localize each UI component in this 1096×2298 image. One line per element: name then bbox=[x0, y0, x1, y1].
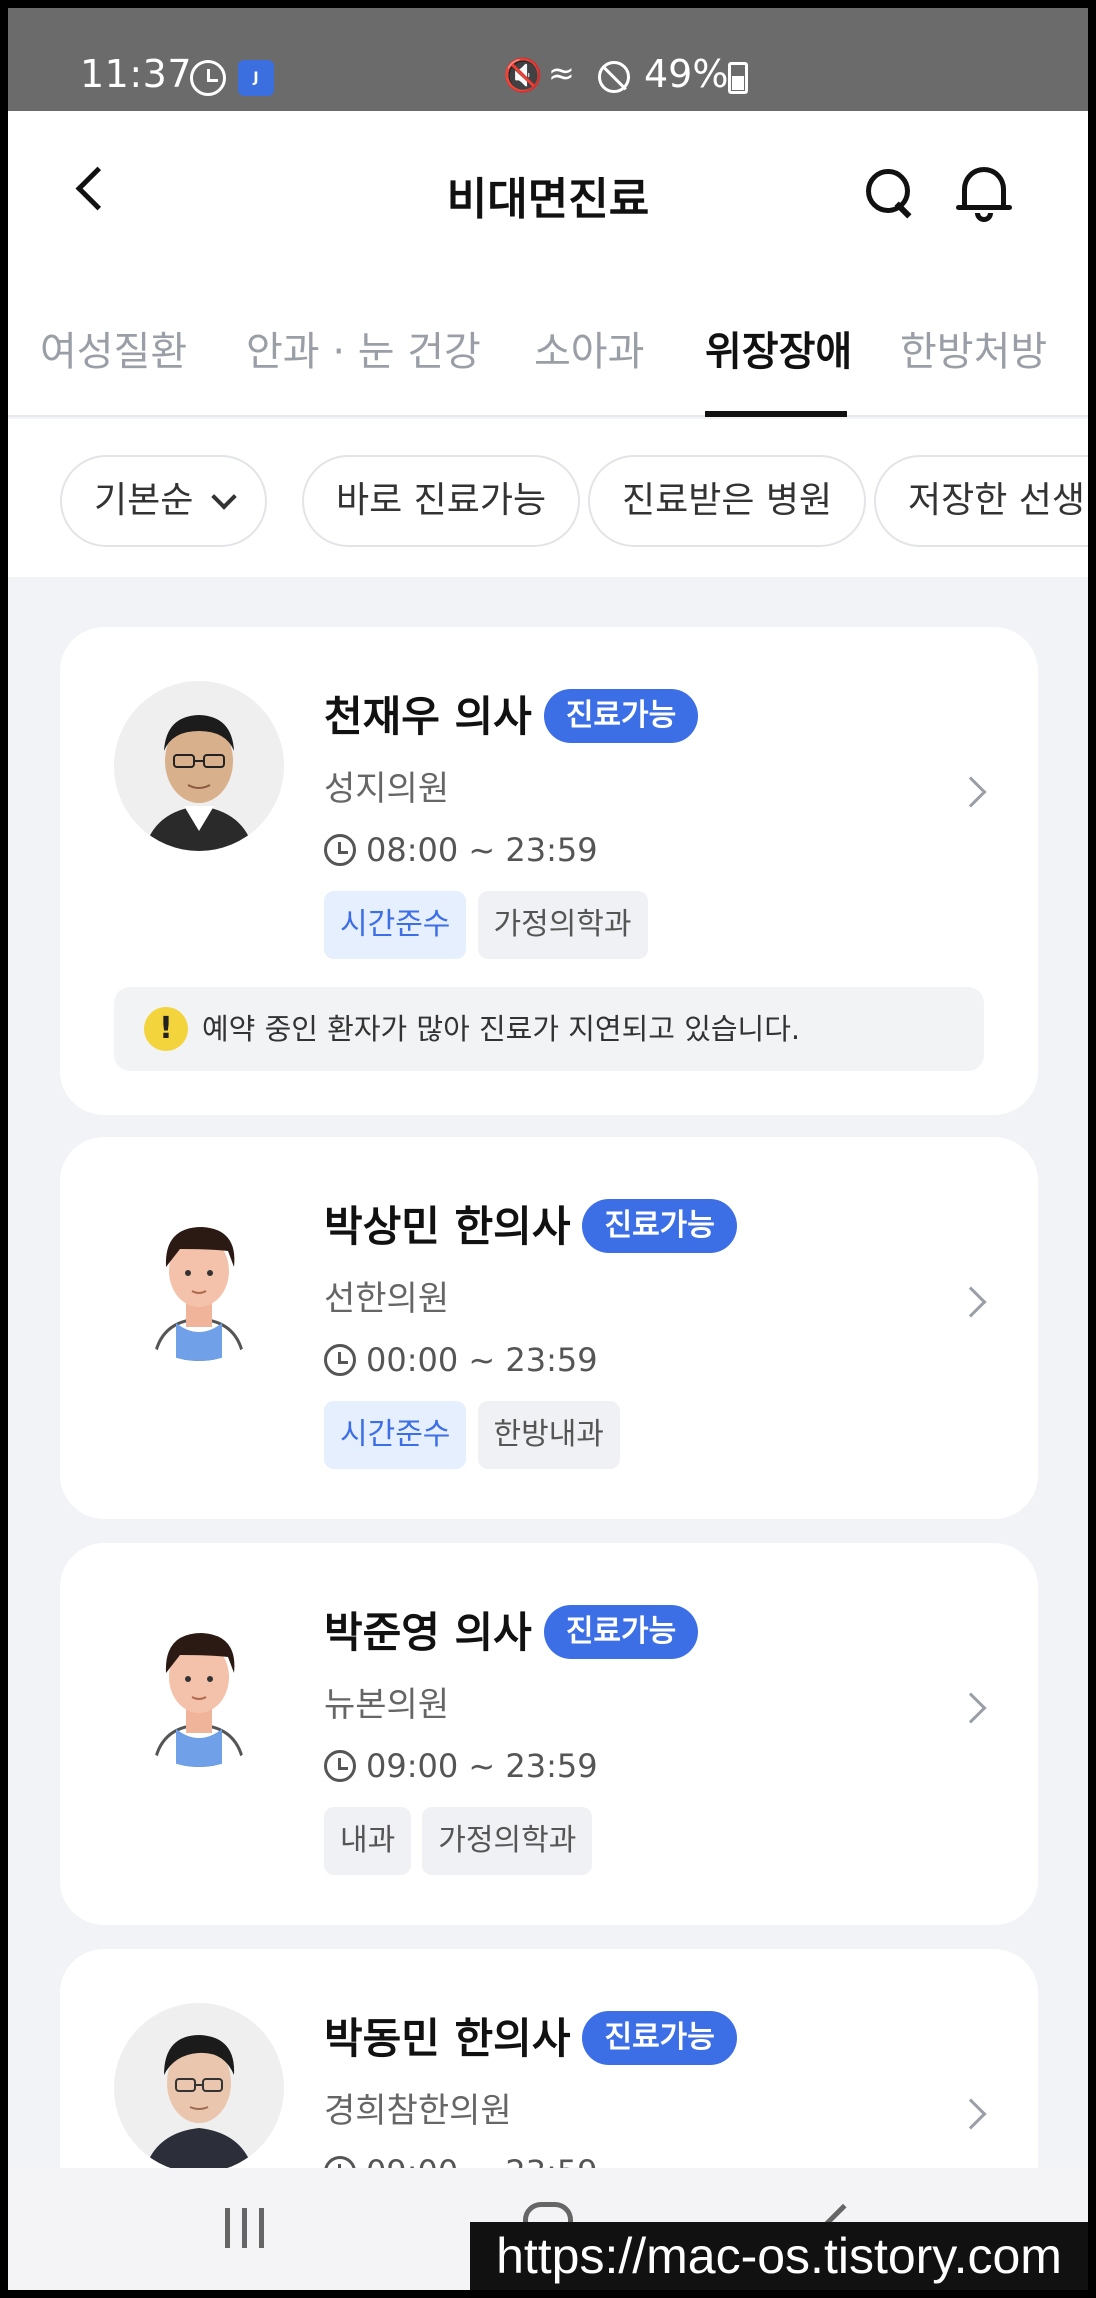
consult-hours: 08:00 ~ 23:59 bbox=[324, 831, 598, 869]
status-time: 11:37 bbox=[80, 52, 193, 96]
clinic-name: 선한의원 bbox=[324, 1279, 450, 1319]
doctor-avatar bbox=[114, 1191, 284, 1361]
do-not-disturb-icon bbox=[598, 61, 630, 93]
battery-percent: 49% bbox=[644, 52, 729, 96]
page-title: 비대면진료 bbox=[446, 174, 650, 225]
filter-saved-doctors[interactable]: 저장한 선생님 bbox=[874, 455, 1088, 547]
available-badge: 진료가능 bbox=[543, 1605, 699, 1659]
sort-label: 기본순 bbox=[94, 480, 194, 521]
chevron-right-icon bbox=[955, 1692, 987, 1724]
search-icon[interactable] bbox=[864, 167, 916, 219]
consult-hours: 00:00 ~ 23:59 bbox=[324, 1341, 598, 1379]
filter-visited-clinics[interactable]: 진료받은 병원 bbox=[588, 455, 867, 547]
app-notification-icon: J bbox=[238, 60, 274, 96]
chevron-right-icon bbox=[955, 1286, 987, 1318]
tag-punctual: 시간준수 bbox=[324, 1401, 467, 1469]
consult-hours: 09:00 ~ 23:59 bbox=[324, 1747, 598, 1785]
chevron-right-icon bbox=[955, 776, 987, 808]
doctor-card[interactable]: 박준영 의사 진료가능 뉴본의원 09:00 ~ 23:59 내과 가정의학과 bbox=[60, 1543, 1038, 1925]
tag-list: 내과 가정의학과 bbox=[324, 1807, 598, 1875]
alarm-icon bbox=[190, 60, 226, 96]
available-badge: 진료가능 bbox=[543, 689, 699, 743]
category-tabs: 여성질환 안과 · 눈 건강 소아과 위장장애 한방처방 bbox=[8, 261, 1088, 417]
delay-notice: ! 예약 중인 환자가 많아 진료가 지연되고 있습니다. bbox=[114, 987, 984, 1071]
battery-icon bbox=[728, 62, 748, 94]
clinic-name: 뉴본의원 bbox=[324, 1685, 450, 1725]
chevron-right-icon bbox=[955, 2098, 987, 2130]
tab-pediatrics[interactable]: 소아과 bbox=[534, 319, 644, 377]
status-bar: 11:37 J 🔇 ≈ 49% bbox=[8, 8, 1088, 111]
sort-dropdown[interactable]: 기본순 bbox=[60, 455, 268, 547]
tag-specialty: 가정의학과 bbox=[477, 891, 648, 959]
app-header: 비대면진료 bbox=[8, 111, 1088, 261]
doctor-name: 천재우 의사 진료가능 bbox=[324, 683, 699, 744]
tab-oriental-prescription[interactable]: 한방처방 bbox=[900, 319, 1047, 377]
tag-specialty: 내과 bbox=[324, 1807, 412, 1875]
doctor-name: 박상민 한의사 진료가능 bbox=[324, 1193, 737, 1254]
clinic-name: 경희참한의원 bbox=[324, 2091, 512, 2131]
bell-icon[interactable] bbox=[956, 161, 1012, 222]
tab-gastro[interactable]: 위장장애 bbox=[705, 319, 852, 377]
app-screen: 11:37 J 🔇 ≈ 49% 비대면진료 여성질환 안과 · 눈 건강 소아과… bbox=[8, 8, 1088, 2290]
recent-apps-icon[interactable] bbox=[225, 2208, 265, 2248]
clock-icon bbox=[324, 1750, 356, 1782]
tag-list: 시간준수 한방내과 bbox=[324, 1401, 626, 1469]
doctor-name: 박준영 의사 진료가능 bbox=[324, 1599, 699, 1660]
clinic-name: 성지의원 bbox=[324, 769, 450, 809]
chevron-down-icon bbox=[211, 484, 238, 510]
available-badge: 진료가능 bbox=[582, 1199, 737, 1253]
tab-womens-health[interactable]: 여성질환 bbox=[40, 319, 187, 377]
mute-icon: 🔇 bbox=[503, 56, 543, 94]
clock-icon bbox=[324, 1344, 356, 1376]
doctor-photo bbox=[114, 2003, 284, 2173]
tag-specialty: 한방내과 bbox=[477, 1401, 620, 1469]
doctor-photo bbox=[114, 681, 284, 851]
doctor-avatar bbox=[114, 1597, 284, 1767]
tag-punctual: 시간준수 bbox=[324, 891, 467, 959]
filter-bar: 기본순 바로 진료가능 진료받은 병원 저장한 선생님 bbox=[8, 419, 1088, 577]
doctor-name: 박동민 한의사 진료가능 bbox=[324, 2005, 737, 2066]
clock-icon bbox=[324, 834, 356, 866]
delay-notice-text: 예약 중인 환자가 많아 진료가 지연되고 있습니다. bbox=[202, 1012, 801, 1046]
tab-eye-health[interactable]: 안과 · 눈 건강 bbox=[246, 319, 481, 377]
watermark: https://mac-os.tistory.com bbox=[470, 2222, 1088, 2290]
tag-specialty: 가정의학과 bbox=[422, 1807, 593, 1875]
doctor-card[interactable]: 박상민 한의사 진료가능 선한의원 00:00 ~ 23:59 시간준수 한방내과 bbox=[60, 1137, 1038, 1519]
available-badge: 진료가능 bbox=[582, 2011, 737, 2065]
active-tab-indicator bbox=[705, 411, 847, 417]
doctor-card[interactable]: 천재우 의사 진료가능 성지의원 08:00 ~ 23:59 시간준수 가정의학과… bbox=[60, 627, 1038, 1115]
wifi-icon: ≈ bbox=[548, 54, 575, 92]
filter-available-now[interactable]: 바로 진료가능 bbox=[302, 455, 581, 547]
tag-list: 시간준수 가정의학과 bbox=[324, 891, 654, 959]
warning-icon: ! bbox=[144, 1007, 188, 1051]
